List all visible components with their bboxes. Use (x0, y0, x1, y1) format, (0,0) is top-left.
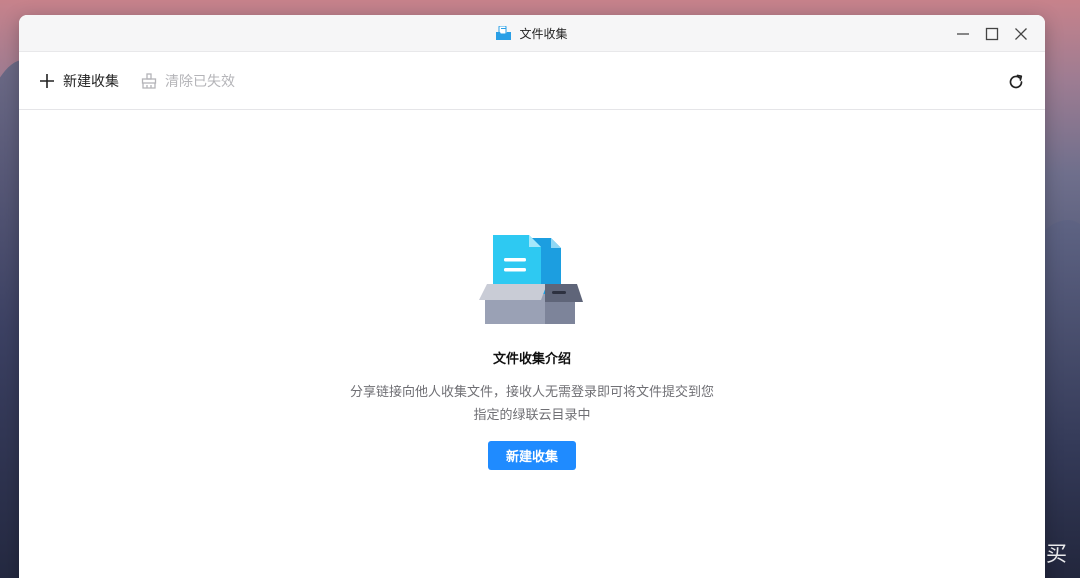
empty-state: 文件收集介绍 分享链接向他人收集文件，接收人无需登录即可将文件提交到您 指定的绿… (19, 230, 1045, 470)
empty-state-description: 分享链接向他人收集文件，接收人无需登录即可将文件提交到您 指定的绿联云目录中 (350, 381, 714, 427)
close-icon (1014, 27, 1027, 40)
file-collection-app-icon (496, 26, 512, 40)
window-controls (948, 15, 1035, 52)
empty-state-description-line1: 分享链接向他人收集文件，接收人无需登录即可将文件提交到您 (349, 385, 714, 400)
window-title-group: 文件收集 (496, 25, 568, 42)
refresh-icon (1009, 74, 1023, 89)
new-collection-label: 新建收集 (63, 73, 119, 90)
window-title: 文件收集 (519, 26, 568, 41)
clear-expired-button[interactable]: 清除已失效 (141, 71, 235, 91)
maximize-icon (985, 27, 998, 40)
toolbar: 新建收集 清除已失效 (19, 52, 1045, 110)
refresh-button[interactable] (1007, 73, 1025, 91)
watermark-text: 什么值得买 (958, 542, 1068, 566)
app-window: 文件收集 新建收集 清除已失效 文件收集介绍 分享链接向他人收集文件，接收人无需… (19, 15, 1045, 578)
minimize-icon (956, 32, 969, 35)
close-button[interactable] (1006, 19, 1035, 48)
file-collection-box-illustration (479, 235, 583, 324)
minimize-button[interactable] (948, 19, 977, 48)
clear-expired-label: 清除已失效 (165, 73, 235, 90)
maximize-button[interactable] (977, 19, 1006, 48)
empty-state-title: 文件收集介绍 (492, 352, 571, 367)
plus-icon (39, 73, 55, 89)
empty-state-description-line2: 指定的绿联云目录中 (473, 408, 591, 423)
new-collection-toolbar-button[interactable]: 新建收集 (39, 71, 119, 91)
main-content: 文件收集介绍 分享链接向他人收集文件，接收人无需登录即可将文件提交到您 指定的绿… (19, 110, 1045, 578)
title-bar[interactable]: 文件收集 (19, 15, 1045, 52)
watermark-logo-icon: 值 (922, 539, 950, 567)
new-collection-button[interactable]: 新建收集 (488, 441, 576, 470)
watermark: 值 什么值得买 (922, 538, 1068, 568)
broom-icon (141, 72, 157, 89)
